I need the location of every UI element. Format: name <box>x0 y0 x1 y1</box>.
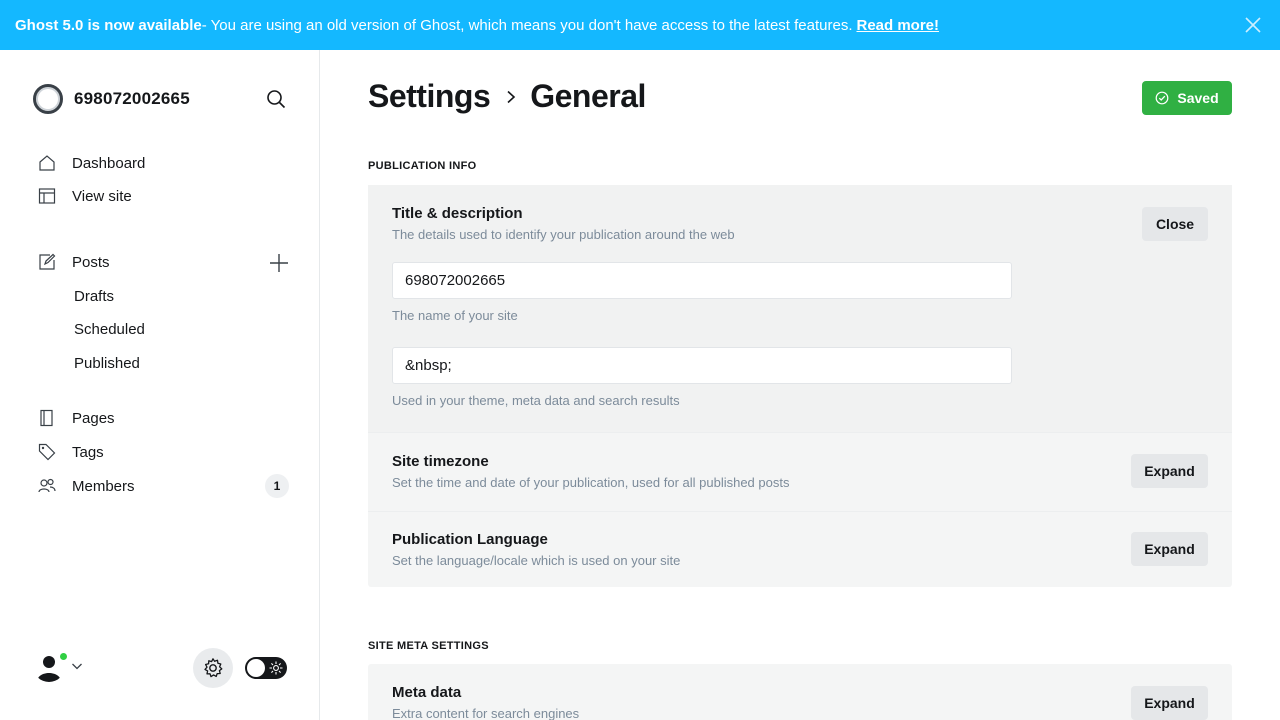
site-logo-icon <box>33 84 63 114</box>
sidebar-item-label: Dashboard <box>72 154 146 172</box>
layout-icon <box>38 188 56 204</box>
expand-language-button[interactable]: Expand <box>1131 532 1208 566</box>
search-icon[interactable] <box>265 88 287 110</box>
sidebar-item-scheduled[interactable]: Scheduled <box>74 321 145 338</box>
row-title: Title & description <box>392 205 523 222</box>
page-title: General <box>530 78 646 114</box>
expand-timezone-button[interactable]: Expand <box>1131 454 1208 488</box>
theme-toggle[interactable] <box>245 657 287 679</box>
check-circle-icon <box>1155 91 1169 105</box>
sidebar-item-view-site[interactable]: View site <box>38 187 298 205</box>
row-description: Set the time and date of your publicatio… <box>392 475 790 490</box>
sidebar-item-pages[interactable]: Pages <box>38 409 298 427</box>
update-banner: Ghost 5.0 is now available - You are usi… <box>0 0 1280 50</box>
edit-icon <box>39 253 56 270</box>
sidebar-item-label: View site <box>72 187 132 205</box>
row-title: Meta data <box>392 684 462 701</box>
site-name: 698072002665 <box>74 89 190 108</box>
banner-message: - You are using an old version of Ghost,… <box>201 16 853 34</box>
banner-headline: Ghost 5.0 is now available <box>15 16 202 34</box>
close-icon[interactable] <box>1244 16 1262 34</box>
section-title-site-meta: SITE META SETTINGS <box>368 640 489 652</box>
row-description: Set the language/locale which is used on… <box>392 553 681 568</box>
site-title-hint: The name of your site <box>392 308 518 323</box>
settings-button[interactable] <box>193 648 233 688</box>
breadcrumb: Settings General <box>368 78 646 115</box>
site-description-hint: Used in your theme, meta data and search… <box>392 393 680 408</box>
sidebar-item-published[interactable]: Published <box>74 355 140 372</box>
row-description: The details used to identify your public… <box>392 227 735 242</box>
publication-language-row: Publication Language Set the language/lo… <box>368 512 1232 587</box>
user-menu[interactable] <box>33 650 83 682</box>
sidebar-item-dashboard[interactable]: Dashboard <box>38 154 298 172</box>
main-content: Settings General Saved PUBLICATION INFO … <box>320 50 1280 720</box>
section-title-publication-info: PUBLICATION INFO <box>368 160 477 172</box>
chevron-right-icon <box>507 90 516 103</box>
saved-label: Saved <box>1177 90 1219 106</box>
sidebar-item-label: Members <box>72 477 135 495</box>
members-icon <box>38 478 56 493</box>
expand-meta-button[interactable]: Expand <box>1131 686 1208 720</box>
site-meta-card: Meta data Extra content for search engin… <box>368 664 1232 720</box>
sidebar-item-label: Pages <box>72 409 115 427</box>
sidebar: 698072002665 Dashboard View site Posts D… <box>0 50 320 720</box>
gear-icon <box>204 658 223 678</box>
sidebar-item-tags[interactable]: Tags <box>38 443 298 461</box>
site-title-input[interactable]: 698072002665 <box>392 262 1012 299</box>
banner-read-more-link[interactable]: Read more! <box>856 17 939 34</box>
sidebar-item-drafts[interactable]: Drafts <box>74 288 114 305</box>
site-timezone-row: Site timezone Set the time and date of y… <box>368 433 1232 510</box>
row-title: Publication Language <box>392 531 548 548</box>
sidebar-item-members[interactable]: Members <box>38 477 298 495</box>
saved-button[interactable]: Saved <box>1142 81 1232 115</box>
breadcrumb-settings-link[interactable]: Settings <box>368 78 491 115</box>
toggle-knob <box>247 659 265 677</box>
sidebar-item-label: Tags <box>72 443 104 461</box>
sidebar-item-label: Posts <box>72 253 110 271</box>
row-title: Site timezone <box>392 453 489 470</box>
chevron-down-icon <box>72 663 82 670</box>
site-description-input[interactable]: &nbsp; <box>392 347 1012 384</box>
publication-info-card: Title & description The details used to … <box>368 185 1232 587</box>
row-description: Extra content for search engines <box>392 706 580 720</box>
sidebar-item-posts[interactable]: Posts <box>38 253 298 271</box>
home-icon <box>39 155 55 171</box>
online-status-dot <box>58 651 69 662</box>
title-description-row: Title & description The details used to … <box>368 185 1232 432</box>
add-post-icon[interactable] <box>268 252 290 274</box>
site-brand[interactable]: 698072002665 <box>33 84 190 114</box>
members-count-badge: 1 <box>265 474 289 498</box>
sun-icon <box>269 661 283 675</box>
pages-icon <box>40 409 53 427</box>
meta-data-row: Meta data Extra content for search engin… <box>368 664 1232 720</box>
tag-icon <box>38 443 56 461</box>
close-button[interactable]: Close <box>1142 207 1208 241</box>
